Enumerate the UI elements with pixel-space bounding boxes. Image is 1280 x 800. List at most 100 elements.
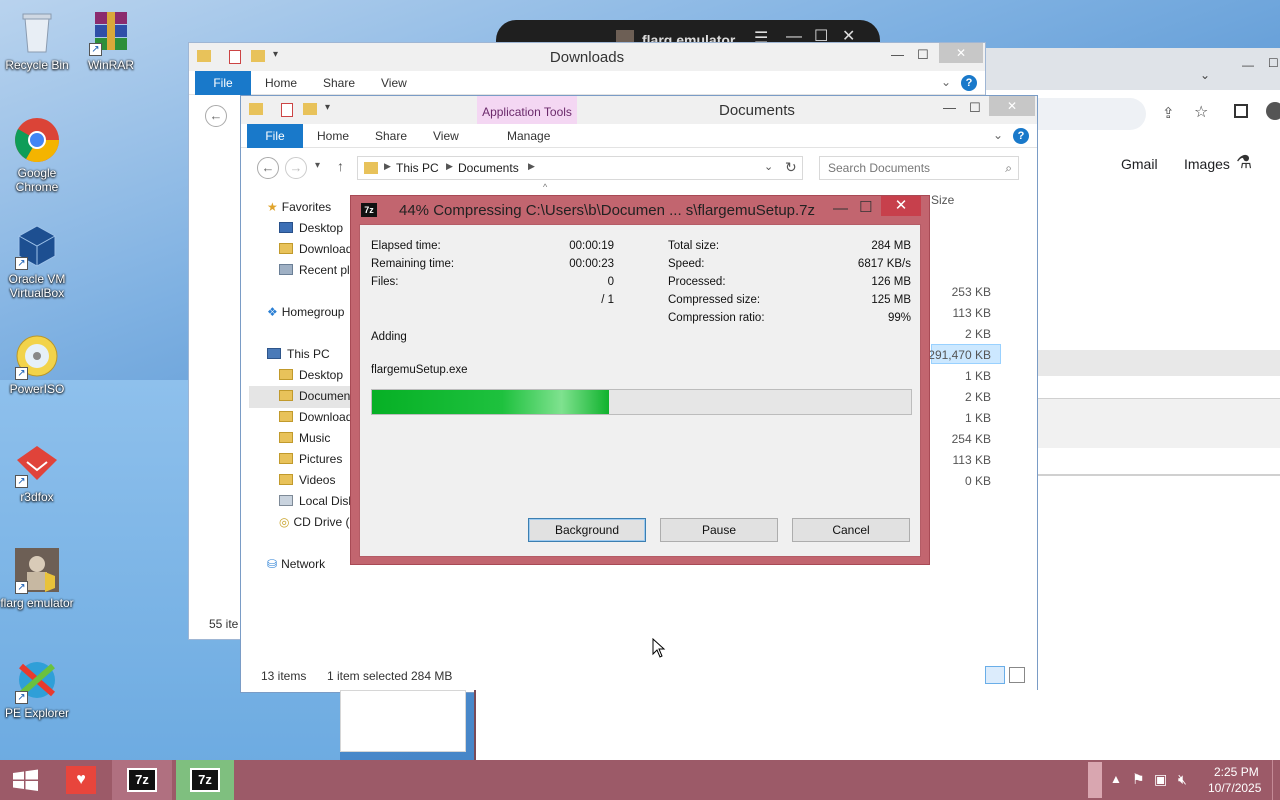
nav-favorites-desktop[interactable]: Desktop — [279, 221, 343, 235]
pause-button[interactable]: Pause — [660, 518, 778, 542]
chevron-down-icon[interactable]: ⌄ — [941, 75, 951, 89]
clock-time[interactable]: 2:25 PM — [1214, 765, 1259, 779]
nav-favorites-downloads[interactable]: Download — [279, 242, 352, 256]
maximize-icon[interactable]: ☐ — [859, 198, 872, 216]
tab-file[interactable]: File — [195, 71, 251, 95]
documents-titlebar[interactable]: ▾ Application Tools Documents — ☐ ✕ — [241, 96, 1037, 124]
properties-icon[interactable] — [281, 103, 293, 117]
nav-favorites-recent[interactable]: Recent pla — [279, 263, 356, 277]
avatar[interactable] — [1266, 102, 1280, 120]
minimize-icon[interactable]: — — [1242, 58, 1254, 72]
stat-label: Total size: — [668, 240, 720, 252]
recent-places-icon — [279, 264, 293, 275]
close-button[interactable]: ✕ — [989, 96, 1035, 116]
tab-home[interactable]: Home — [265, 76, 297, 90]
minimize-icon[interactable]: — — [891, 47, 904, 62]
search-input[interactable]: Search Documents ⌕ — [819, 156, 1019, 180]
tab-share[interactable]: Share — [323, 76, 355, 90]
nav-network[interactable]: ⛁ Network — [267, 557, 325, 571]
progress-bar-fill — [372, 390, 610, 414]
close-button[interactable]: ✕ — [939, 43, 983, 63]
7zip-icon: 7z — [190, 768, 220, 792]
poweriso-icon: ↗ — [13, 332, 61, 380]
taskbar-app-heart[interactable]: ♥ — [66, 760, 96, 800]
breadcrumb-this-pc[interactable]: This PC — [396, 161, 439, 175]
minimize-icon[interactable]: — — [943, 100, 956, 115]
7zip-titlebar[interactable]: 7z 44% Compressing C:\Users\b\Documen ..… — [351, 196, 929, 224]
help-icon[interactable]: ? — [1013, 128, 1029, 144]
desktop-icon-virtualbox[interactable]: ↗ Oracle VM VirtualBox — [0, 222, 74, 300]
maximize-icon[interactable]: ☐ — [1268, 56, 1279, 70]
up-arrow-icon[interactable]: ↑ — [337, 158, 344, 174]
forward-button[interactable]: → — [285, 157, 307, 179]
tab-manage[interactable]: Manage — [507, 129, 550, 143]
taskbar-scroll-indicator[interactable] — [1088, 762, 1102, 798]
tab-view[interactable]: View — [381, 76, 407, 90]
refresh-icon[interactable]: ↻ — [785, 159, 797, 176]
tab-share[interactable]: Share — [375, 129, 407, 143]
chevron-down-icon[interactable]: ⌄ — [1200, 68, 1210, 82]
show-desktop-button[interactable] — [1272, 760, 1280, 800]
nav-pc-music[interactable]: Music — [279, 431, 330, 445]
status-item-count: 55 ite — [209, 617, 239, 631]
labs-flask-icon[interactable]: ⚗ — [1236, 152, 1252, 173]
downloads-titlebar[interactable]: ▾ Downloads — ☐ ✕ — [189, 43, 985, 71]
nav-pc-desktop[interactable]: Desktop — [279, 368, 343, 382]
back-button[interactable]: ← — [205, 105, 227, 127]
nav-pc-videos[interactable]: Videos — [279, 473, 335, 487]
back-button[interactable]: ← — [257, 157, 279, 179]
large-icons-view-icon[interactable] — [1009, 667, 1025, 683]
network-tray-icon[interactable]: ▣ — [1154, 771, 1167, 788]
qat-dropdown-icon[interactable]: ▾ — [325, 102, 330, 113]
nav-this-pc[interactable]: This PC — [267, 347, 330, 361]
chevron-down-icon[interactable]: ⌄ — [993, 128, 1003, 142]
desktop-icon-pe-explorer[interactable]: ↗ PE Explorer — [0, 656, 74, 720]
nav-pc-pictures[interactable]: Pictures — [279, 452, 342, 466]
maximize-icon[interactable]: ☐ — [917, 47, 929, 63]
nav-pc-local-disk[interactable]: Local Disk — [279, 494, 354, 508]
taskbar-app-7zip-2[interactable]: 7z — [176, 760, 234, 800]
address-dropdown-icon[interactable]: ⌄ — [764, 160, 773, 173]
cd-drive-icon: ◎ — [279, 515, 290, 529]
stat-label: Files: — [371, 276, 399, 288]
desktop-icon-poweriso[interactable]: ↗ PowerISO — [0, 332, 74, 396]
volume-muted-icon[interactable]: 🔇︎ — [1178, 771, 1187, 788]
nav-homegroup[interactable]: ❖ Homegroup — [267, 305, 344, 319]
show-hidden-icons-icon[interactable]: ▲ — [1110, 772, 1122, 786]
images-link[interactable]: Images — [1184, 156, 1230, 172]
maximize-icon[interactable]: ☐ — [969, 100, 981, 116]
nav-favorites[interactable]: ★ Favorites — [267, 200, 331, 214]
tab-home[interactable]: Home — [317, 129, 349, 143]
new-folder-icon[interactable] — [303, 103, 317, 115]
cancel-button[interactable]: Cancel — [792, 518, 910, 542]
tab-view[interactable]: View — [433, 129, 459, 143]
minimize-icon[interactable]: — — [833, 200, 848, 217]
desktop-icon-chrome[interactable]: Google Chrome — [0, 116, 74, 194]
close-button[interactable]: ✕ — [881, 196, 921, 216]
nav-pc-downloads[interactable]: Download — [279, 410, 352, 424]
nav-pc-documents[interactable]: Documen — [279, 389, 350, 403]
column-header-size[interactable]: Size — [931, 193, 954, 207]
tab-file[interactable]: File — [247, 124, 303, 148]
desktop-icon-flarg-emulator[interactable]: ↗ flarg emulator — [0, 546, 74, 610]
help-icon[interactable]: ? — [961, 75, 977, 91]
clock-date[interactable]: 10/7/2025 — [1208, 781, 1261, 795]
shortcut-arrow-icon: ↗ — [15, 691, 28, 704]
breadcrumb-documents[interactable]: Documents — [458, 161, 519, 175]
share-icon[interactable]: ⇪ — [1162, 104, 1175, 122]
action-center-flag-icon[interactable]: ⚑ — [1132, 771, 1145, 788]
desktop-icon-r3dfox[interactable]: ↗ r3dfox — [0, 440, 74, 504]
background-button[interactable]: Background — [528, 518, 646, 542]
start-button[interactable] — [0, 760, 50, 800]
browser-tabbar: ⌄ — ☐ — [986, 48, 1280, 90]
details-view-icon[interactable] — [985, 666, 1005, 684]
address-bar[interactable]: ▶ This PC ▶ Documents ▶ ⌄ — [357, 156, 803, 180]
star-icon[interactable]: ☆ — [1194, 102, 1208, 122]
taskbar-app-7zip-1[interactable]: 7z — [112, 760, 172, 800]
nav-pc-cd-drive[interactable]: ◎ CD Drive ( — [279, 515, 349, 529]
desktop-icon-winrar[interactable]: ↗ WinRAR — [74, 8, 148, 72]
gmail-link[interactable]: Gmail — [1121, 156, 1158, 172]
sidebar-icon[interactable] — [1234, 104, 1248, 118]
recent-locations-icon[interactable]: ▾ — [315, 160, 320, 171]
desktop-icon-recycle-bin[interactable]: Recycle Bin — [0, 8, 74, 72]
